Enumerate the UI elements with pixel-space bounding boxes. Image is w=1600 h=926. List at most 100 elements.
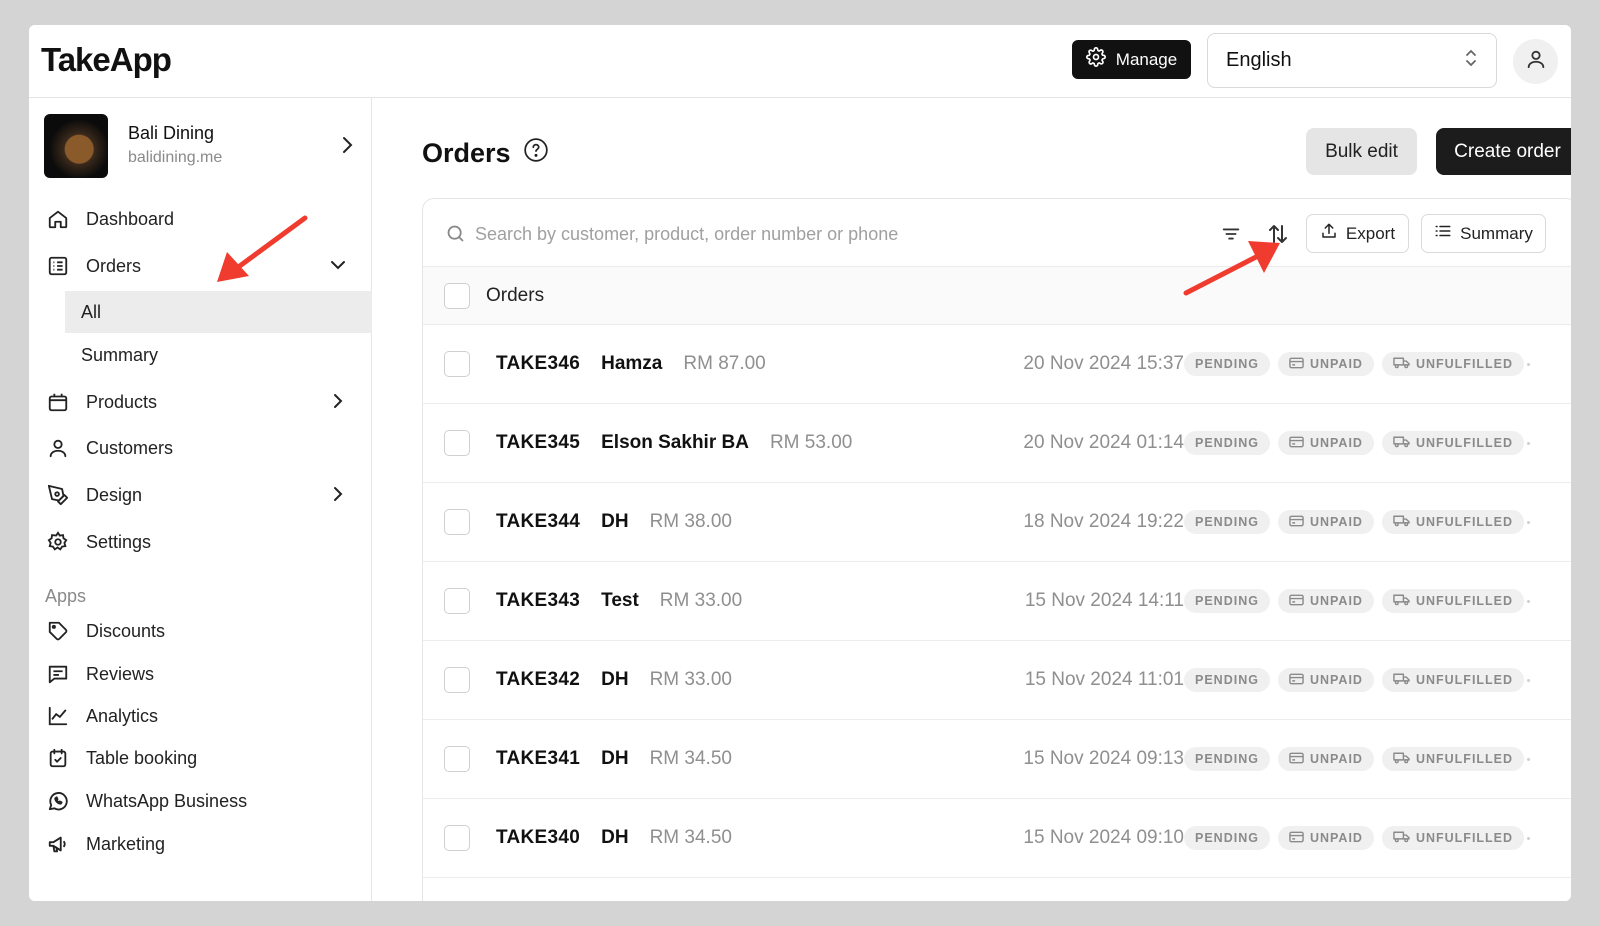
fulfillment-badge: UNFULFILLED <box>1381 431 1525 455</box>
order-row[interactable]: TAKE346 Hamza RM 87.00 20 Nov 2024 15:37 PEN… <box>423 325 1571 404</box>
user-avatar-button[interactable] <box>1513 39 1558 84</box>
chevron-right-icon <box>330 391 346 416</box>
truck-icon <box>1393 514 1410 530</box>
store-switcher[interactable]: Bali Dining balidining.me <box>44 114 364 178</box>
apps-section-label: Apps <box>45 586 87 606</box>
order-customer: Elson Sakhir BA <box>601 432 749 453</box>
page-title-text: Orders <box>422 138 511 168</box>
row-checkbox[interactable] <box>444 351 470 377</box>
order-date: 18 Nov 2024 19:22 <box>1023 511 1184 532</box>
order-row[interactable]: TAKE341 DH RM 34.50 15 Nov 2024 09:13 PENDIN… <box>423 720 1571 799</box>
order-number: TAKE346 <box>496 353 581 374</box>
row-more-indicator <box>1527 600 1530 603</box>
fulfillment-badge: UNFULFILLED <box>1381 826 1525 850</box>
order-row[interactable]: TAKE342 DH RM 33.00 15 Nov 2024 11:01 PENDIN… <box>423 641 1571 720</box>
fulfillment-badge: UNFULFILLED <box>1381 589 1525 613</box>
sidebar-item-dashboard[interactable]: Dashboard <box>29 198 372 238</box>
sidebar-item-label: Marketing <box>86 834 166 854</box>
sidebar-item-discounts[interactable]: Discounts <box>29 610 372 650</box>
search-input[interactable] <box>475 217 1195 251</box>
sidebar-item-orders[interactable]: Orders <box>29 245 372 285</box>
order-date: 15 Nov 2024 11:01 <box>1024 669 1184 690</box>
row-checkbox[interactable] <box>444 667 470 693</box>
payment-badge-label: UNPAID <box>1309 436 1363 450</box>
payment-badge: UNPAID <box>1277 431 1374 455</box>
credit-card-icon <box>1289 831 1304 846</box>
chevron-down-icon <box>330 255 346 280</box>
credit-card-icon <box>1289 515 1304 530</box>
order-row[interactable]: TAKE343 Test RM 33.00 15 Nov 2024 14:11 PEND… <box>423 562 1571 641</box>
row-checkbox[interactable] <box>444 430 470 456</box>
row-checkbox[interactable] <box>444 509 470 535</box>
order-row[interactable]: TAKE340 DH RM 34.50 15 Nov 2024 09:10 PENDIN… <box>423 799 1571 878</box>
credit-card-icon <box>1289 594 1304 609</box>
order-info: TAKE342 DH RM 33.00 <box>496 669 732 691</box>
order-date: 15 Nov 2024 09:13 <box>1023 748 1184 769</box>
main-content: Orders Bulk edit Create order Search by … <box>372 98 1571 901</box>
sidebar-item-design[interactable]: Design <box>29 474 372 514</box>
create-order-button[interactable]: Create order <box>1436 128 1571 175</box>
sidebar-item-table-booking[interactable]: Table booking <box>29 737 372 777</box>
truck-icon <box>1393 593 1410 609</box>
chevron-right-icon <box>330 484 346 509</box>
chevron-right-icon <box>340 134 354 161</box>
bulk-edit-button[interactable]: Bulk edit <box>1306 128 1417 175</box>
fulfillment-badge-label: UNFULFILLED <box>1415 436 1514 450</box>
sidebar: Bali Dining balidining.me Dashboard Orde… <box>29 98 372 901</box>
status-badge: PENDING <box>1184 510 1270 534</box>
select-all-checkbox[interactable] <box>444 283 470 309</box>
sidebar-item-reviews[interactable]: Reviews <box>29 653 372 693</box>
upload-icon <box>1320 222 1338 245</box>
sidebar-item-products[interactable]: Products <box>29 381 372 421</box>
truck-icon <box>1393 672 1410 688</box>
export-button[interactable]: Export <box>1306 214 1409 253</box>
manage-label: Manage <box>1115 49 1178 69</box>
order-amount: RM 33.00 <box>649 669 732 690</box>
app-logo[interactable]: TakeApp <box>41 41 172 79</box>
payment-badge-label: UNPAID <box>1309 752 1363 766</box>
order-row[interactable]: TAKE345 Elson Sakhir BA RM 53.00 20 Nov 202… <box>423 404 1571 483</box>
order-badges: PENDING UNPAID UNFULFILLED <box>1184 826 1525 850</box>
status-badge: PENDING <box>1184 826 1270 850</box>
order-info: TAKE345 Elson Sakhir BA RM 53.00 <box>496 432 852 454</box>
order-row[interactable]: TAKE344 DH RM 38.00 18 Nov 2024 19:22 PENDIN… <box>423 483 1571 562</box>
sidebar-item-marketing[interactable]: Marketing <box>29 823 372 863</box>
fulfillment-badge: UNFULFILLED <box>1381 747 1525 771</box>
order-number: TAKE345 <box>496 432 581 453</box>
row-checkbox[interactable] <box>444 746 470 772</box>
fulfillment-badge-label: UNFULFILLED <box>1415 673 1514 687</box>
credit-card-icon <box>1289 673 1304 688</box>
customers-icon <box>47 437 69 459</box>
store-name: Bali Dining <box>128 123 215 143</box>
payment-badge: UNPAID <box>1277 747 1374 771</box>
manage-button[interactable]: Manage <box>1072 40 1191 79</box>
order-customer: DH <box>601 511 629 532</box>
row-checkbox[interactable] <box>444 825 470 851</box>
order-date: 20 Nov 2024 01:14 <box>1023 432 1184 453</box>
top-bar: TakeApp Manage English <box>29 25 1571 98</box>
sidebar-item-settings[interactable]: Settings <box>29 521 372 561</box>
sidebar-subitem-all[interactable]: All <box>65 291 372 333</box>
orders-toolbar: Export Summary <box>423 199 1571 267</box>
design-icon <box>47 484 69 506</box>
sidebar-subitem-summary[interactable]: Summary <box>65 334 372 376</box>
sidebar-item-label: Customers <box>86 438 174 458</box>
fulfillment-badge: UNFULFILLED <box>1381 510 1525 534</box>
order-amount: RM 53.00 <box>769 432 853 453</box>
sidebar-item-label: Orders <box>86 256 142 276</box>
payment-badge-label: UNPAID <box>1309 594 1363 608</box>
order-number: TAKE342 <box>496 669 581 690</box>
order-customer: Hamza <box>601 353 663 374</box>
sidebar-item-whatsapp-business[interactable]: WhatsApp Business <box>29 780 372 820</box>
row-checkbox[interactable] <box>444 588 470 614</box>
order-number: TAKE340 <box>496 827 581 848</box>
store-thumbnail <box>44 114 108 178</box>
summary-button[interactable]: Summary <box>1421 214 1546 253</box>
app-window: TakeApp Manage English Bali Dining balid… <box>29 25 1571 901</box>
fulfillment-badge-label: UNFULFILLED <box>1415 515 1514 529</box>
language-select[interactable]: English <box>1207 33 1497 88</box>
sidebar-item-analytics[interactable]: Analytics <box>29 695 372 735</box>
status-badge-label: PENDING <box>1195 515 1259 529</box>
help-icon[interactable] <box>523 137 549 170</box>
sidebar-item-customers[interactable]: Customers <box>29 427 372 467</box>
